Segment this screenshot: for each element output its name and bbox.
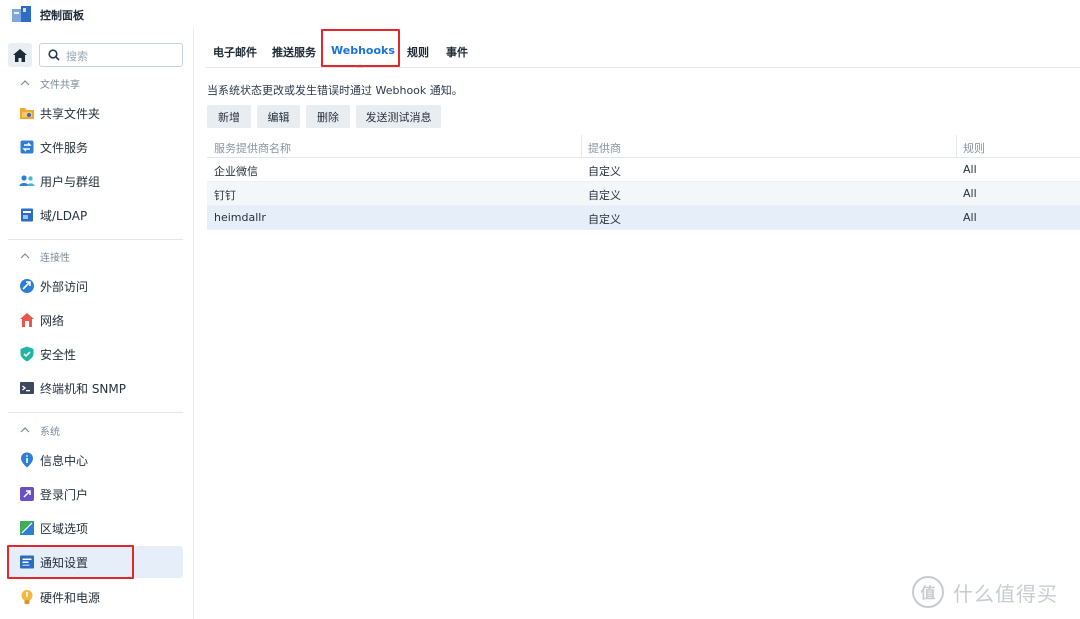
table-header: 服务提供商名称 提供商 规则 <box>207 135 1080 158</box>
sidebar-item-label: 信息中心 <box>40 454 89 468</box>
search-placeholder: 搜索 <box>66 50 88 63</box>
column-header-provider[interactable]: 提供商 <box>588 140 621 156</box>
security-shield-icon <box>20 346 34 362</box>
table-row[interactable]: 企业微信 自定义 All <box>207 158 1080 182</box>
chevron-up-icon <box>20 427 30 433</box>
cell-rules: All <box>963 187 977 200</box>
table-row[interactable]: 钉钉 自定义 All <box>207 182 1080 206</box>
sidebar-item-label: 区域选项 <box>40 522 89 536</box>
column-header-rules[interactable]: 规则 <box>963 140 985 156</box>
tab-rules[interactable]: 规则 <box>407 44 429 60</box>
sidebar-item-label: 域/LDAP <box>40 209 88 223</box>
cell-provider: 自定义 <box>588 165 621 178</box>
network-icon <box>20 313 34 327</box>
sidebar-item-label: 终端机和 SNMP <box>40 382 126 396</box>
file-services-icon <box>20 140 34 154</box>
sidebar-divider <box>8 412 183 413</box>
section-connectivity[interactable]: 连接性 <box>20 248 70 264</box>
hardware-power-icon <box>21 590 33 604</box>
sidebar-divider <box>8 239 183 240</box>
send-test-message-button[interactable]: 发送测试消息 <box>356 105 441 128</box>
chevron-up-icon <box>20 80 30 86</box>
edit-button[interactable]: 编辑 <box>257 105 300 128</box>
highlight-box-webhooks <box>321 29 400 67</box>
shared-folder-icon <box>20 108 34 119</box>
regional-options-icon <box>20 521 34 535</box>
search-input[interactable]: 搜索 <box>39 43 183 67</box>
section-system[interactable]: 系统 <box>20 422 60 438</box>
watermark-logo: 值 <box>912 576 944 608</box>
sidebar-item-file-services[interactable]: 文件服务 <box>8 131 183 163</box>
cell-provider-name: 企业微信 <box>214 165 258 178</box>
watermark-text: 什么值得买 <box>953 581 1058 606</box>
home-icon <box>13 48 27 62</box>
watermark: 值 什么值得买 <box>912 575 1058 609</box>
cell-provider: 自定义 <box>588 213 621 226</box>
sidebar-item-label: 用户与群组 <box>40 175 101 189</box>
table-row[interactable]: heimdallr 自定义 All <box>207 206 1080 230</box>
cell-provider-name: heimdallr <box>214 211 266 224</box>
sidebar-item-domain-ldap[interactable]: 域/LDAP <box>8 199 183 231</box>
cell-provider-name: 钉钉 <box>214 189 236 202</box>
domain-ldap-icon <box>21 208 33 222</box>
terminal-icon <box>20 382 34 394</box>
chevron-up-icon <box>20 253 30 259</box>
sidebar-item-users-groups[interactable]: 用户与群组 <box>8 165 183 197</box>
cell-rules: All <box>963 163 977 176</box>
page-description: 当系统状态更改或发生错误时通过 Webhook 通知。 <box>207 84 463 97</box>
column-separator[interactable] <box>956 135 957 158</box>
sidebar-item-info-center[interactable]: 信息中心 <box>8 444 183 476</box>
sidebar-item-shared-folder[interactable]: 共享文件夹 <box>8 97 183 129</box>
control-panel-icon <box>12 6 31 22</box>
tab-email[interactable]: 电子邮件 <box>213 44 257 60</box>
cell-rules: All <box>963 211 977 224</box>
column-header-provider-name[interactable]: 服务提供商名称 <box>214 140 291 156</box>
home-button[interactable] <box>8 43 32 67</box>
sidebar-item-external-access[interactable]: 外部访问 <box>8 270 183 302</box>
info-center-icon <box>21 452 33 468</box>
sidebar-item-security[interactable]: 安全性 <box>8 338 183 370</box>
window-title: 控制面板 <box>40 9 84 22</box>
tab-events[interactable]: 事件 <box>446 44 468 60</box>
sidebar: 搜索 文件共享 共享文件夹 文件服务 用户与群组 域/LDAP 连接性 外部访问… <box>0 28 194 619</box>
sidebar-item-label: 共享文件夹 <box>40 107 101 121</box>
add-button[interactable]: 新增 <box>207 105 251 128</box>
cell-provider: 自定义 <box>588 189 621 202</box>
sidebar-item-regional-options[interactable]: 区域选项 <box>8 512 183 544</box>
column-separator[interactable] <box>581 135 582 158</box>
sidebar-item-label: 外部访问 <box>40 280 89 294</box>
delete-button[interactable]: 删除 <box>306 105 350 128</box>
sidebar-item-label: 网络 <box>40 314 65 328</box>
sidebar-item-login-portal[interactable]: 登录门户 <box>8 478 183 510</box>
tab-push-service[interactable]: 推送服务 <box>272 44 316 60</box>
sidebar-item-hardware-power[interactable]: 硬件和电源 <box>8 581 183 613</box>
section-title: 系统 <box>40 426 60 438</box>
sidebar-item-label: 文件服务 <box>40 141 89 155</box>
login-portal-icon <box>20 487 34 501</box>
search-icon <box>48 49 60 61</box>
external-access-icon <box>20 279 34 293</box>
section-title: 文件共享 <box>40 79 80 91</box>
section-file-sharing[interactable]: 文件共享 <box>20 75 80 91</box>
sidebar-item-network[interactable]: 网络 <box>8 304 183 336</box>
highlight-box-notification <box>7 545 134 579</box>
sidebar-item-terminal-snmp[interactable]: 终端机和 SNMP <box>8 372 183 404</box>
sidebar-item-label: 登录门户 <box>40 488 89 502</box>
sidebar-item-label: 硬件和电源 <box>40 591 101 605</box>
section-title: 连接性 <box>40 252 70 264</box>
users-groups-icon <box>19 175 35 186</box>
sidebar-item-label: 安全性 <box>40 348 77 362</box>
title-bar: 控制面板 <box>0 0 1080 28</box>
